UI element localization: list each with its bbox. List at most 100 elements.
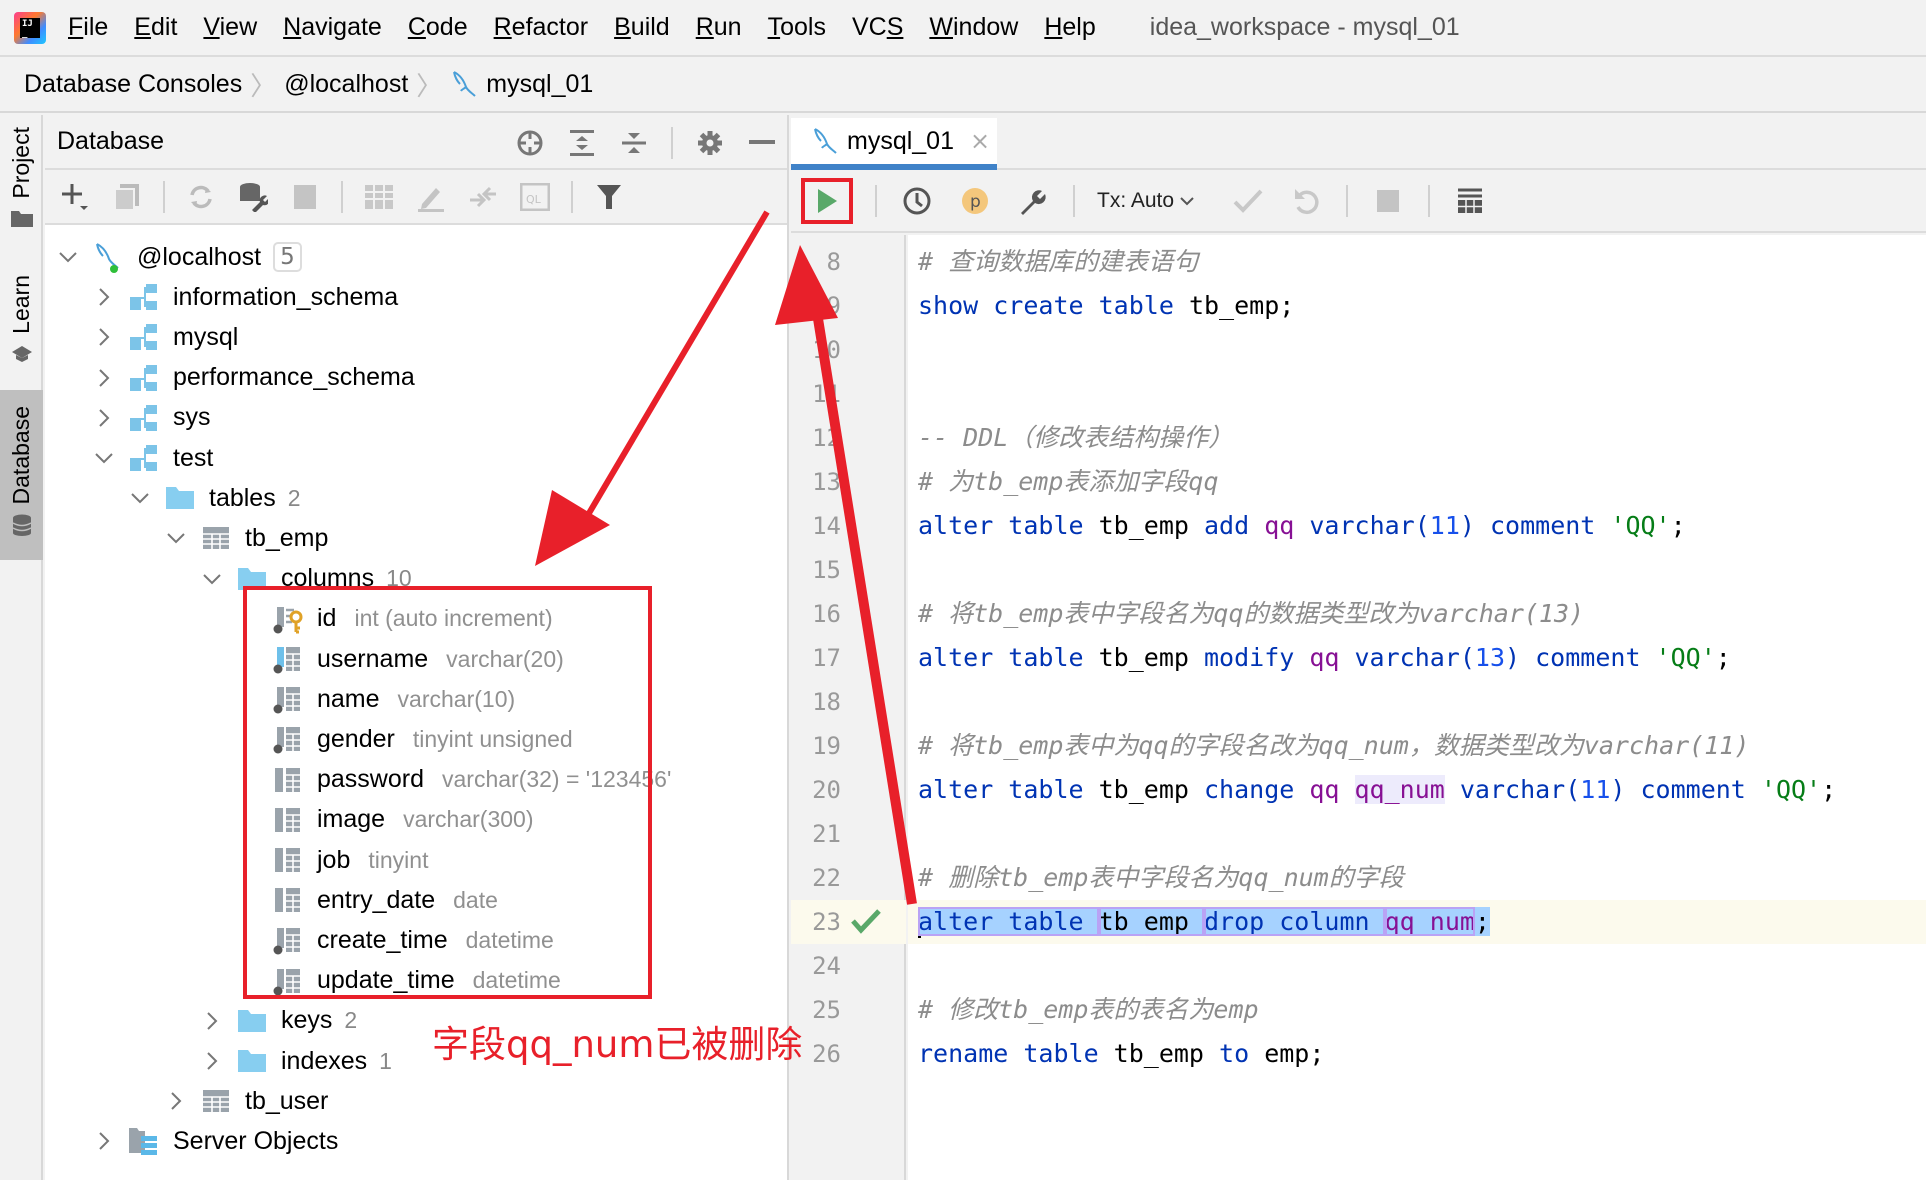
history-icon[interactable] (899, 183, 935, 219)
editor-tab-bar: mysql_01 × (791, 115, 1926, 170)
code-token: ; (1670, 511, 1686, 540)
code-token: -- DDL（修改表结构操作） (918, 423, 1234, 452)
code-line[interactable]: # 删除tb_emp表中字段名为qq_num的字段 (918, 856, 1404, 900)
menu-file[interactable]: File (68, 13, 108, 42)
tab-mysql-01[interactable]: mysql_01 × (791, 118, 997, 170)
add-icon[interactable] (59, 181, 91, 213)
breadcrumb-database-consoles[interactable]: Database Consoles (24, 70, 242, 99)
code-token: alter table (918, 511, 1099, 540)
menu-run[interactable]: Run (696, 13, 742, 42)
jump-to-source-icon[interactable] (467, 181, 499, 213)
line-number: 18 (812, 688, 841, 716)
parameters-icon[interactable]: p (957, 183, 993, 219)
chevron-down-icon[interactable] (201, 568, 223, 590)
chevron-right-icon[interactable] (93, 326, 115, 348)
tree-node-schema-test[interactable]: test (93, 438, 213, 478)
code-line[interactable]: alter table tb_emp drop column qq_num; (918, 900, 1490, 944)
chevron-right-icon[interactable] (93, 407, 115, 429)
collapse-all-icon[interactable] (619, 128, 649, 158)
query-console-icon[interactable]: QL (519, 181, 551, 213)
edit-icon[interactable] (415, 181, 447, 213)
code-token: 'QQ' (1610, 511, 1671, 540)
tree-node-schema-mysql[interactable]: mysql (93, 317, 238, 357)
tree-node-schema-sys[interactable]: sys (93, 398, 211, 438)
code-line[interactable]: rename table tb_emp to emp; (918, 1032, 1324, 1076)
code-line[interactable]: # 将tb_emp表中为qq的字段名改为qq_num，数据类型改为varchar… (918, 724, 1749, 768)
tree-node-table-tb-user[interactable]: tb_user (165, 1081, 328, 1121)
menu-view[interactable]: View (203, 13, 257, 42)
stop-icon[interactable] (289, 181, 321, 213)
menu-navigate[interactable]: Navigate (283, 13, 382, 42)
menu-code[interactable]: Code (408, 13, 468, 42)
database-icon (12, 514, 31, 537)
output-icon[interactable] (1452, 183, 1488, 219)
duplicate-icon[interactable] (111, 181, 143, 213)
commit-icon[interactable] (1230, 183, 1266, 219)
tree-node-server-objects[interactable]: Server Objects (93, 1121, 338, 1161)
chevron-right-icon[interactable] (93, 367, 115, 389)
menu-help[interactable]: Help (1044, 13, 1095, 42)
code-line[interactable]: # 将tb_emp表中字段名为qq的数据类型改为varchar(13) (918, 592, 1584, 636)
chevron-down-icon[interactable] (93, 447, 115, 469)
tool-tab-project[interactable]: Project (0, 127, 43, 247)
refresh-icon[interactable] (185, 181, 217, 213)
menu-refactor[interactable]: Refactor (494, 13, 589, 42)
code-line[interactable]: alter table tb_emp change qq qq_num varc… (918, 768, 1836, 812)
line-number: 13 (812, 468, 841, 496)
cancel-icon[interactable] (1370, 183, 1406, 219)
code-token: qq_num (1354, 775, 1445, 804)
menu-vcs[interactable]: VCS (852, 13, 903, 42)
settings-wrench-icon[interactable] (1015, 183, 1051, 219)
menu-edit[interactable]: Edit (134, 13, 177, 42)
rollback-icon[interactable] (1288, 183, 1324, 219)
transaction-mode-dropdown[interactable]: Tx: Auto (1097, 189, 1194, 213)
data-source-properties-icon[interactable] (237, 181, 269, 213)
menu-build[interactable]: Build (614, 13, 670, 42)
close-icon[interactable]: × (970, 127, 990, 155)
expand-all-icon[interactable] (567, 128, 597, 158)
tree-node-table-tb-emp[interactable]: tb_emp (165, 518, 328, 558)
menu-window[interactable]: Window (929, 13, 1018, 42)
chevron-right-icon[interactable] (165, 1090, 187, 1112)
child-count: 1 (379, 1047, 392, 1074)
tree-node-indexes[interactable]: indexes 1 (201, 1041, 392, 1081)
chevron-down-icon[interactable] (165, 527, 187, 549)
code-token: emp; (1264, 1039, 1325, 1068)
tree-node-schema-information_schema[interactable]: information_schema (93, 277, 398, 317)
folder-icon (10, 210, 33, 227)
gear-icon[interactable] (695, 128, 725, 158)
code-line[interactable]: # 修改tb_emp表的表名为emp (918, 988, 1259, 1032)
code-line[interactable]: show create table tb_emp; (918, 284, 1294, 328)
chevron-right-icon[interactable] (201, 1050, 223, 1072)
chevron-right-icon[interactable] (201, 1010, 223, 1032)
folder-icon (165, 483, 195, 513)
tree-node-localhost[interactable]: @localhost 5 (57, 237, 302, 277)
breadcrumb-mysql-01[interactable]: mysql_01 (486, 70, 593, 99)
line-number: 12 (812, 424, 841, 452)
minimize-icon[interactable] (747, 128, 777, 158)
breadcrumb-localhost[interactable]: @localhost (284, 70, 408, 99)
code-line[interactable]: -- DDL（修改表结构操作） (918, 416, 1233, 460)
tool-tab-learn[interactable]: Learn (0, 275, 43, 385)
chevron-down-icon[interactable] (57, 246, 79, 268)
code-line[interactable]: alter table tb_emp add qq varchar(11) co… (918, 504, 1686, 548)
tree-node-tables[interactable]: tables 2 (129, 478, 301, 518)
chevron-down-icon[interactable] (129, 487, 151, 509)
sql-editor[interactable]: # 查询数据库的建表语句 show create table tb_emp; -- … (908, 235, 1926, 1180)
code-line[interactable]: alter table tb_emp modify qq varchar(13)… (918, 636, 1731, 680)
filter-icon[interactable] (593, 181, 625, 213)
tool-tab-database[interactable]: Database (0, 390, 43, 560)
code-token: qq_num (1384, 907, 1475, 936)
code-token: # 查询数据库的建表语句 (918, 247, 1199, 276)
code-line[interactable]: # 查询数据库的建表语句 (918, 240, 1198, 284)
editor-gutter: 8 9 10 11 12 13 14 15 16 17 18 19 20 21 22 23 24 25 26 (791, 235, 906, 1180)
chevron-right-icon[interactable] (93, 286, 115, 308)
locate-icon[interactable] (515, 128, 545, 158)
execute-button[interactable] (801, 177, 853, 224)
table-view-icon[interactable] (363, 181, 395, 213)
chevron-right-icon[interactable] (93, 1130, 115, 1152)
tree-node-keys[interactable]: keys 2 (201, 1001, 357, 1041)
code-line[interactable]: # 为tb_emp表添加字段qq (918, 460, 1219, 504)
tree-node-schema-performance_schema[interactable]: performance_schema (93, 358, 415, 398)
menu-tools[interactable]: Tools (768, 13, 826, 42)
